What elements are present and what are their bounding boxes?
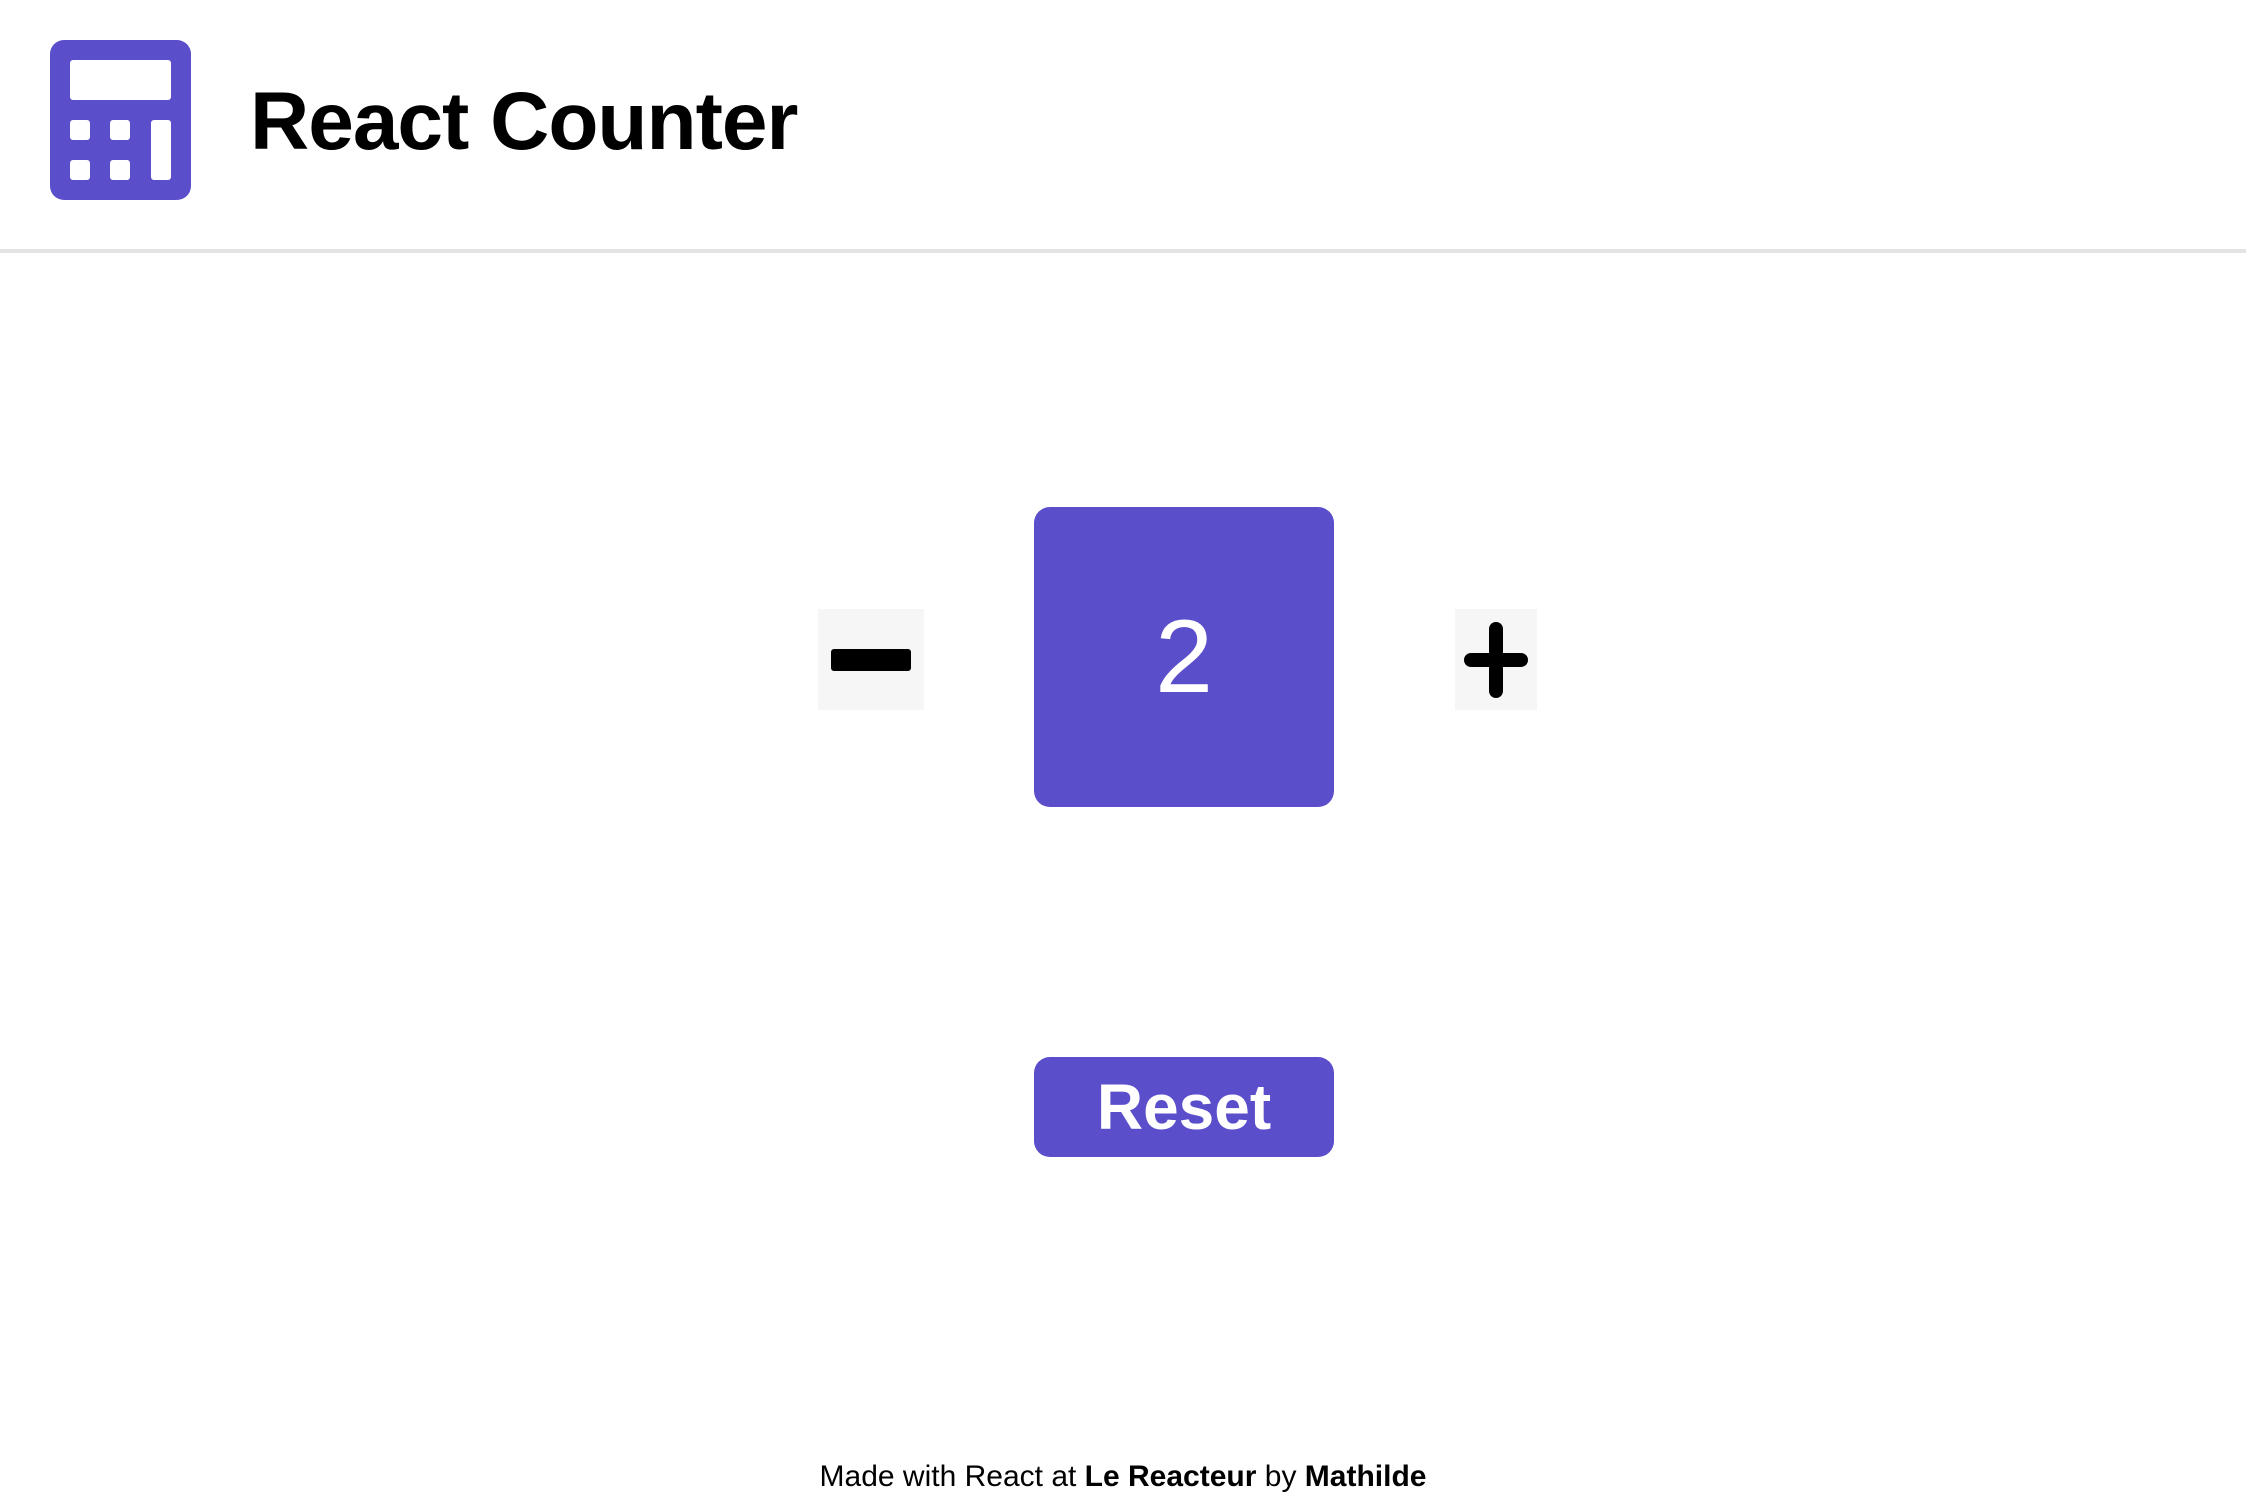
increment-button[interactable]: [1455, 609, 1537, 710]
plus-icon: [1464, 622, 1528, 698]
footer: Made with React at Le Reacteur by Mathil…: [0, 1455, 2246, 1499]
footer-school-name: Le Reacteur: [1084, 1460, 1257, 1493]
decrement-button[interactable]: [818, 609, 924, 710]
counter-value: 2: [1034, 507, 1334, 807]
footer-text: Made with React at: [819, 1460, 1085, 1493]
app-root: React Counter 2 Reset Made with React at…: [0, 0, 2246, 1502]
footer-text-by: by: [1256, 1460, 1305, 1493]
footer-author-name: Mathilde: [1304, 1460, 1427, 1493]
page-title: React Counter: [250, 76, 798, 167]
calculator-icon: [50, 40, 191, 200]
reset-button[interactable]: Reset: [1034, 1057, 1334, 1157]
minus-icon: [831, 649, 911, 671]
app-header: React Counter: [0, 0, 2246, 253]
